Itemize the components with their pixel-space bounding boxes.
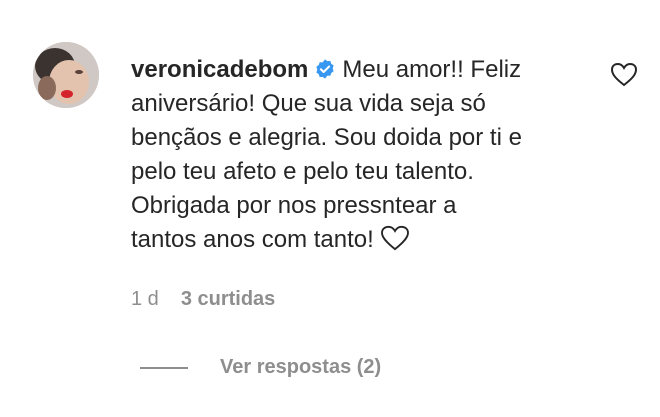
comment-text: veronicadebom Meu amor!! Feliz aniversár… xyxy=(131,53,601,257)
view-replies-label: Ver respostas (2) xyxy=(220,356,382,378)
avatar[interactable] xyxy=(33,42,99,108)
comment-line-2: aniversário! Que sua vida seja só xyxy=(131,90,486,117)
comment-line-3: bençãos e alegria. Sou doida por ti e xyxy=(131,124,522,151)
comment-likes-count[interactable]: 3 curtidas xyxy=(181,288,275,311)
comment-meta: 1 d 3 curtidas xyxy=(131,288,275,311)
comment-line-4: pelo teu afeto e pelo teu talento. xyxy=(131,158,474,185)
white-heart-emoji-icon xyxy=(380,225,409,251)
replies-divider-line xyxy=(140,366,188,369)
verified-badge-icon xyxy=(316,59,335,79)
comment-line-6: tantos anos com tanto! xyxy=(131,226,374,253)
like-button[interactable] xyxy=(610,62,638,87)
comment-line-5: Obrigada por nos pressntear a xyxy=(131,192,457,219)
avatar-image xyxy=(33,42,99,108)
comment-username[interactable]: veronicadebom xyxy=(131,56,308,83)
heart-outline-icon xyxy=(610,62,638,87)
comment-line-1: Meu amor!! Feliz xyxy=(342,56,522,83)
comment-age: 1 d xyxy=(131,288,159,310)
view-replies-button[interactable]: Ver respostas (2) xyxy=(140,356,381,379)
